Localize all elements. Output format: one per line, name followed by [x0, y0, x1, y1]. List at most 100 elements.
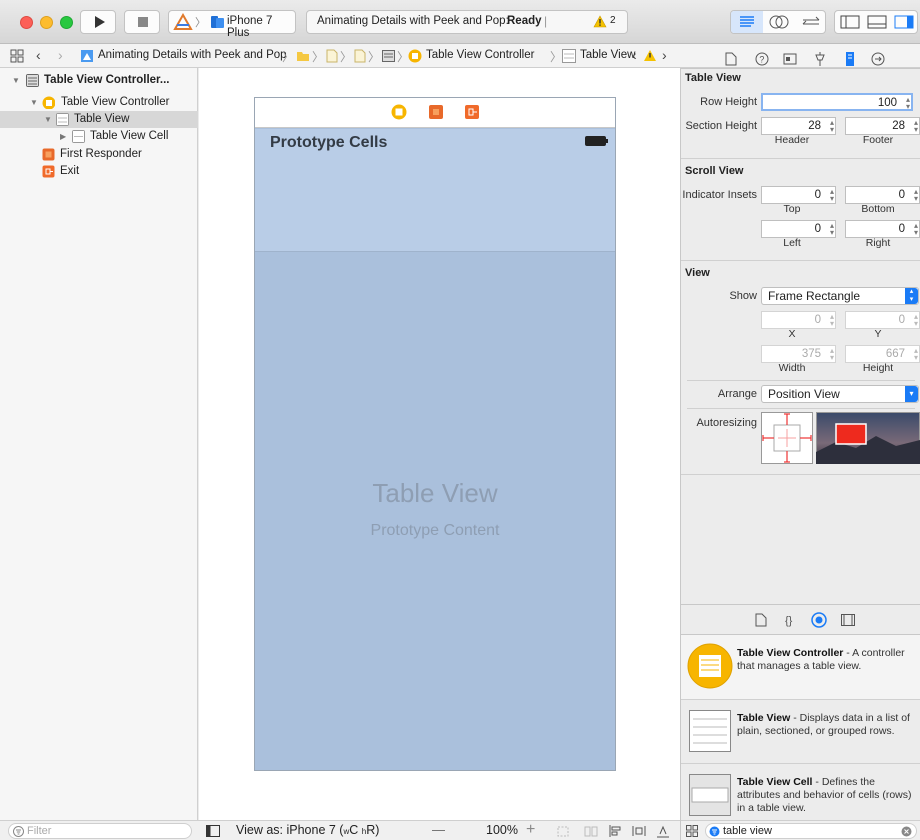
stepper-icon[interactable]: ▴ ▾	[830, 188, 834, 203]
stepper-icon[interactable]: ▴ ▾	[906, 96, 910, 111]
frame-x-field[interactable]: 0 ▴ ▾	[761, 311, 836, 329]
media-library-icon[interactable]	[841, 614, 855, 626]
storyboard-base-icon[interactable]	[354, 49, 366, 63]
breadcrumb-separator-icon: 〉	[282, 50, 295, 64]
minimize-window-button[interactable]	[40, 16, 53, 29]
stop-button[interactable]	[124, 10, 160, 34]
standard-editor-button[interactable]	[731, 11, 763, 33]
frame-width-field[interactable]: 375 ▴ ▾	[761, 345, 836, 363]
outline-item-first-responder[interactable]: First Responder	[0, 146, 198, 163]
code-snippet-library-icon[interactable]: {}	[784, 613, 800, 627]
zoom-window-button[interactable]	[60, 16, 73, 29]
size-inspector-icon[interactable]	[845, 51, 855, 67]
stepper-icon[interactable]: ▴ ▾	[914, 313, 918, 328]
clear-search-icon[interactable]	[901, 826, 912, 837]
outline-filter-field[interactable]: Filter	[8, 823, 192, 839]
autoresizing-example-preview	[816, 412, 920, 464]
dock-exit-icon[interactable]	[464, 104, 480, 120]
navigator-toggle-icon[interactable]	[839, 14, 861, 30]
show-popup[interactable]: Frame Rectangle ▴ ▾	[761, 287, 919, 305]
library-search-field[interactable]: table view	[705, 823, 917, 839]
connections-inspector-icon[interactable]	[871, 52, 885, 66]
disclosure-triangle-icon[interactable]: ▶	[60, 128, 66, 145]
inset-top-field[interactable]: 0 ▴ ▾	[761, 186, 836, 204]
storyboard-file-icon[interactable]	[326, 49, 338, 63]
disclosure-triangle-icon[interactable]: ▼	[12, 72, 20, 89]
inset-right-field[interactable]: 0 ▴ ▾	[845, 220, 920, 238]
back-arrow-icon[interactable]: ‹	[36, 47, 41, 63]
arrange-popup[interactable]: Position View ▾	[761, 385, 919, 403]
embed-in-stack-icon[interactable]	[584, 825, 598, 838]
forward-arrow-icon[interactable]: ›	[58, 47, 63, 63]
quick-help-icon[interactable]: ?	[755, 52, 769, 66]
issue-warning-icon[interactable]	[643, 49, 657, 62]
autoresizing-mask-control[interactable]	[761, 412, 813, 464]
disclosure-triangle-icon[interactable]: ▼	[44, 111, 52, 128]
library-item-table-view-cell[interactable]: Table View Cell - Defines the attributes…	[681, 763, 920, 827]
object-library-icon[interactable]	[811, 612, 827, 628]
header-height-field[interactable]: 28 ▴ ▾	[761, 117, 836, 135]
stepper-icon[interactable]: ▴ ▾	[914, 347, 918, 362]
next-issue-icon[interactable]: ›	[662, 47, 667, 63]
stepper-icon[interactable]: ▴ ▾	[830, 347, 834, 362]
scene-frame[interactable]: Prototype Cells Table View Prototype Con…	[254, 97, 616, 771]
identity-inspector-icon[interactable]	[783, 52, 797, 66]
close-window-button[interactable]	[20, 16, 33, 29]
assistant-editor-icon[interactable]	[763, 11, 795, 33]
breadcrumb-controller[interactable]: Table View Controller	[426, 49, 534, 61]
autoresizing-label: Autoresizing	[696, 417, 757, 429]
align-icon[interactable]	[608, 824, 622, 838]
warning-icon[interactable]	[593, 15, 607, 28]
file-template-library-icon[interactable]	[755, 613, 767, 627]
resolve-issues-icon[interactable]	[656, 824, 670, 838]
library-item-description: Table View Controller - A controller tha…	[737, 647, 905, 672]
library-filter-bar: table view	[681, 820, 920, 840]
outline-toggle-icon[interactable]	[206, 825, 220, 837]
related-items-icon[interactable]	[10, 49, 24, 63]
view-as-label[interactable]: View as: iPhone 7 (wC hR)	[236, 823, 379, 837]
prototype-cells-header[interactable]: Prototype Cells	[255, 129, 615, 252]
frame-y-field[interactable]: 0 ▴ ▾	[845, 311, 920, 329]
folder-icon[interactable]	[296, 50, 310, 62]
run-button[interactable]	[80, 10, 116, 34]
stepper-icon[interactable]: ▴ ▾	[830, 119, 834, 134]
version-editor-icon[interactable]	[795, 11, 827, 33]
library-item-table-view[interactable]: Table View - Displays data in a list of …	[681, 699, 920, 763]
outline-item-table-view-controller[interactable]: ▼ Table View Controller	[0, 94, 198, 111]
activity-view[interactable]: Animating Details with Peek and Pop: Rea…	[306, 10, 628, 34]
stepper-icon[interactable]: ▴ ▾	[914, 188, 918, 203]
outline-item-table-view[interactable]: ▼ Table View	[0, 111, 198, 128]
file-inspector-icon[interactable]	[725, 52, 737, 66]
breadcrumb-view[interactable]: Table View	[580, 49, 635, 61]
zoom-out-button[interactable]: —	[432, 822, 445, 837]
storyboard-canvas[interactable]: Prototype Cells Table View Prototype Con…	[199, 68, 680, 820]
disclosure-triangle-icon[interactable]: ▼	[30, 94, 38, 111]
footer-height-field[interactable]: 28 ▴ ▾	[845, 117, 920, 135]
stepper-icon[interactable]: ▴ ▾	[830, 313, 834, 328]
debug-area-toggle-icon[interactable]	[866, 14, 888, 30]
dock-first-responder-icon[interactable]	[428, 104, 444, 120]
stepper-icon[interactable]: ▴ ▾	[914, 222, 918, 237]
inset-left-field[interactable]: 0 ▴ ▾	[761, 220, 836, 238]
scene-icon[interactable]	[382, 50, 395, 62]
zoom-in-button[interactable]: +	[526, 821, 535, 839]
utilities-toggle-icon[interactable]	[893, 14, 915, 30]
outline-item-scene[interactable]: ▼ Table View Controller...	[0, 72, 198, 89]
grid-view-icon[interactable]	[686, 825, 698, 837]
stepper-icon[interactable]: ▴ ▾	[830, 222, 834, 237]
inset-bottom-field[interactable]: 0 ▴ ▾	[845, 186, 920, 204]
attributes-inspector-icon[interactable]	[813, 51, 827, 67]
outline-item-exit[interactable]: Exit	[0, 163, 198, 180]
dock-table-view-controller-icon[interactable]	[391, 104, 407, 120]
previous-issue-icon[interactable]: ‹	[632, 47, 637, 63]
scheme-selector[interactable]: 〉 iPhone 7 Plus	[168, 10, 296, 39]
library-item-table-view-controller[interactable]: Table View Controller - A controller tha…	[681, 635, 920, 699]
frame-height-field[interactable]: 667 ▴ ▾	[845, 345, 920, 363]
breadcrumb-project[interactable]: Animating Details with Peek and Pop	[98, 49, 287, 61]
update-frames-icon[interactable]	[556, 825, 570, 838]
outline-item-table-view-cell[interactable]: ▶ Table View Cell	[0, 128, 198, 145]
add-constraints-icon[interactable]	[632, 824, 646, 838]
row-height-field[interactable]: 100 ▴ ▾	[761, 93, 913, 111]
stepper-icon[interactable]: ▴ ▾	[914, 119, 918, 134]
prototype-cells-title: Prototype Cells	[270, 134, 388, 151]
